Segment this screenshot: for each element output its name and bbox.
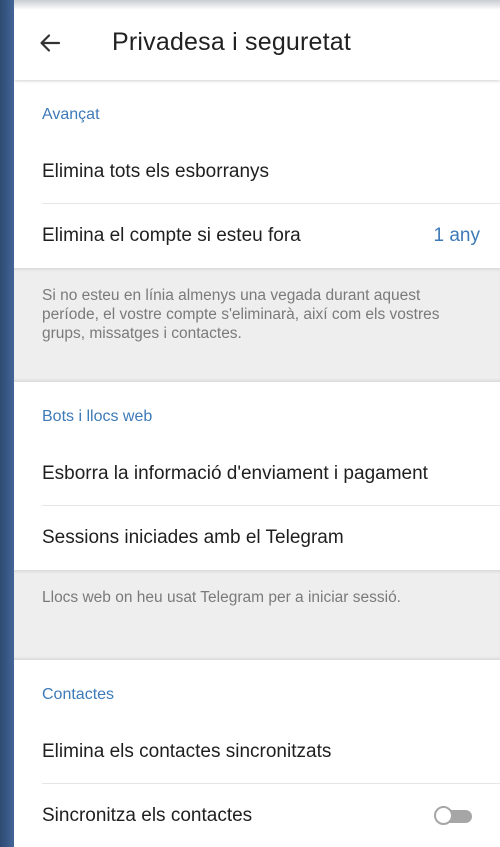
arrow-left-icon xyxy=(39,33,61,58)
device-frame: Privadesa i seguretat Avançat Elimina to… xyxy=(0,0,500,847)
delete-drafts-label: Elimina tots els esborranys xyxy=(42,161,270,182)
sync-contacts-label: Sincronitza els contactes xyxy=(42,805,253,826)
settings-list: Avançat Elimina tots els esborranys Elim… xyxy=(14,80,500,847)
delete-account-label: Elimina el compte si esteu fora xyxy=(42,225,301,246)
clear-payment-info-label: Esborra la informació d'enviament i paga… xyxy=(42,463,428,484)
delete-synced-contacts-item[interactable]: Elimina els contactes sincronitzats xyxy=(14,720,500,784)
bots-info-text: Llocs web on heu usat Telegram per a ini… xyxy=(14,570,500,660)
section-header-contacts: Contactes xyxy=(14,660,500,720)
app-screen: Privadesa i seguretat Avançat Elimina to… xyxy=(14,0,500,847)
delete-drafts-item[interactable]: Elimina tots els esborranys xyxy=(14,140,500,204)
sync-contacts-item[interactable]: Sincronitza els contactes xyxy=(14,784,500,847)
advanced-info-text: Si no esteu en línia almenys una vegada … xyxy=(14,268,500,382)
delete-synced-contacts-label: Elimina els contactes sincronitzats xyxy=(42,741,332,762)
toggle-thumb xyxy=(434,806,453,825)
section-header-bots: Bots i llocs web xyxy=(14,382,500,442)
delete-account-value: 1 any xyxy=(433,225,480,246)
telegram-sessions-label: Sessions iniciades amb el Telegram xyxy=(42,527,344,548)
delete-account-item[interactable]: Elimina el compte si esteu fora 1 any xyxy=(14,204,500,268)
page-title: Privadesa i seguretat xyxy=(112,28,352,56)
telegram-sessions-item[interactable]: Sessions iniciades amb el Telegram xyxy=(14,506,500,570)
clear-payment-info-item[interactable]: Esborra la informació d'enviament i paga… xyxy=(14,442,500,506)
sync-contacts-toggle[interactable] xyxy=(434,806,474,825)
section-header-advanced: Avançat xyxy=(14,80,500,140)
back-button[interactable] xyxy=(32,30,68,60)
app-header: Privadesa i seguretat xyxy=(14,0,500,80)
